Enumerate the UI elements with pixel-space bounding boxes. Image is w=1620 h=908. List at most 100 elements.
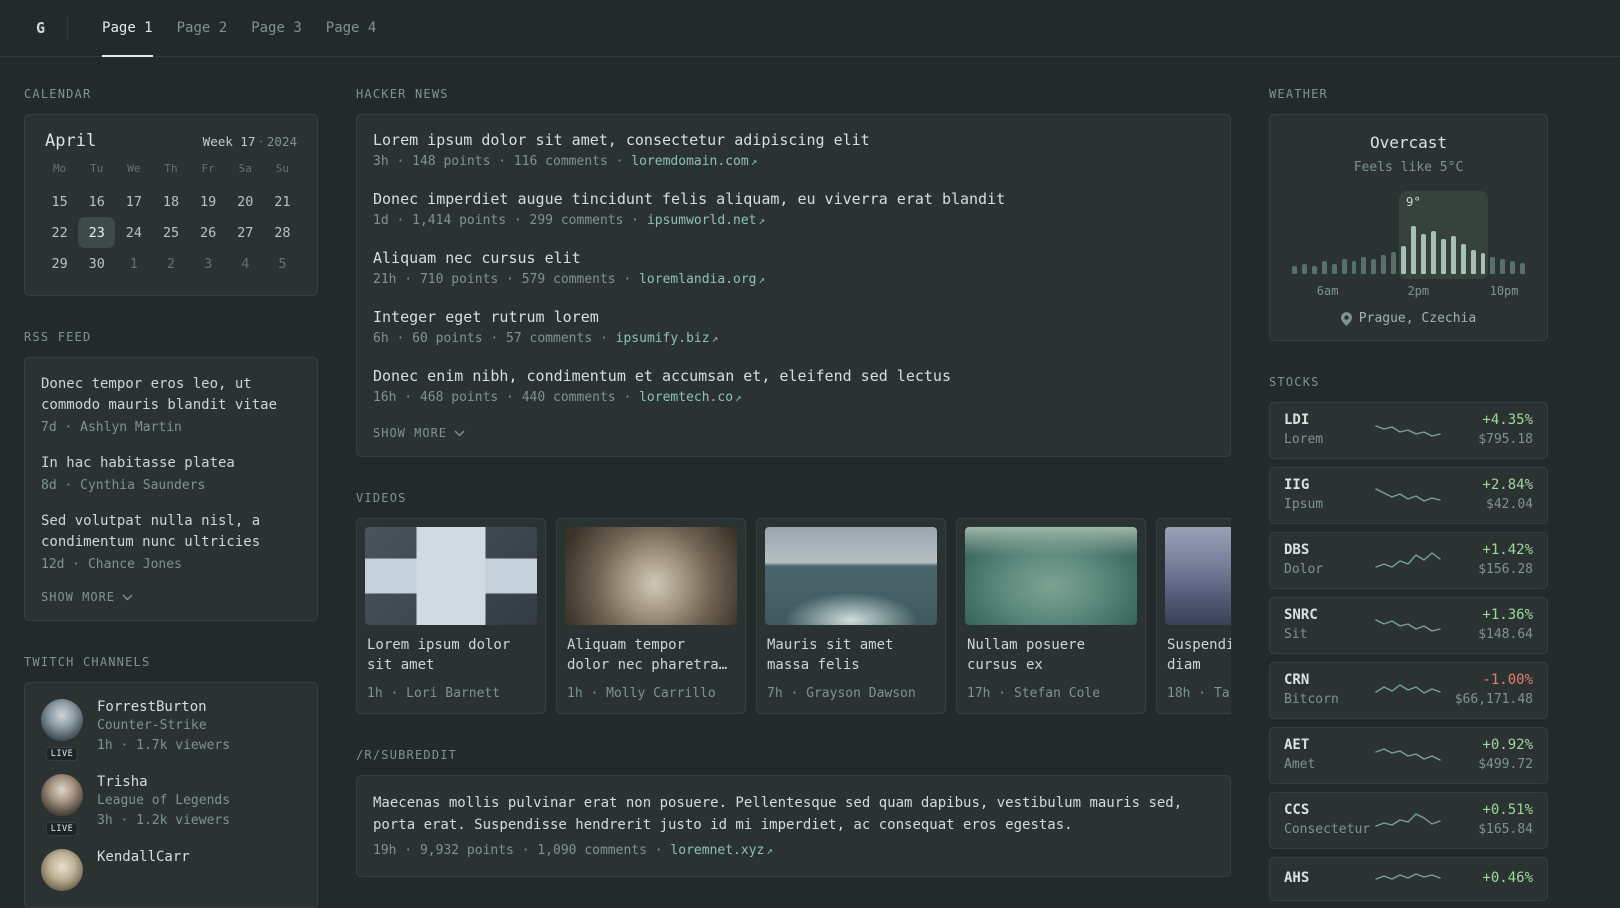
calendar-day-selected: 23 bbox=[78, 217, 116, 248]
calendar-day: 25 bbox=[162, 224, 180, 241]
hn-item-stats: 6h · 60 points · 57 comments · bbox=[373, 331, 608, 346]
stock-symbol: IIG bbox=[1284, 477, 1310, 493]
stock-row-ccs[interactable]: CCS Consectetur +0.51% $165.84 bbox=[1269, 792, 1548, 849]
app-logo[interactable]: G bbox=[36, 0, 67, 56]
rss-item: Sed volutpat nulla nisl, a condimentum n… bbox=[41, 511, 301, 574]
video-title[interactable]: Mauris sit amet massa felis bbox=[767, 635, 935, 675]
separator-dot: · bbox=[257, 134, 265, 149]
stock-symbol: CRN bbox=[1284, 672, 1310, 688]
video-thumbnail[interactable] bbox=[965, 527, 1137, 625]
calendar-day: 22 bbox=[51, 224, 68, 241]
hn-item-title[interactable]: Donec enim nibh, condimentum et accumsan… bbox=[373, 367, 1214, 385]
channel-info: KendallCarr bbox=[97, 849, 190, 891]
twitch-channel-name[interactable]: KendallCarr bbox=[97, 849, 190, 865]
stock-info: CRN Bitcorn bbox=[1284, 672, 1372, 709]
hn-item-stats: 3h · 148 points · 116 comments · bbox=[373, 154, 624, 169]
hackernews-card: Lorem ipsum dolor sit amet, consectetur … bbox=[356, 114, 1231, 457]
tab-page-4[interactable]: Page 4 bbox=[314, 0, 389, 56]
calendar-dates: 15 16 17 18 19 20 21 22 23 24 25 26 27 2… bbox=[41, 186, 301, 279]
avatar bbox=[41, 849, 83, 891]
calendar-day: 16 bbox=[88, 193, 105, 210]
subreddit-card: Maecenas mollis pulvinar erat non posuer… bbox=[356, 775, 1231, 877]
hn-item-title[interactable]: Lorem ipsum dolor sit amet, consectetur … bbox=[373, 131, 1214, 149]
video-card-1[interactable]: Lorem ipsum dolor sit amet consectetu… 1… bbox=[356, 518, 546, 714]
live-badge: LIVE bbox=[45, 822, 79, 836]
video-card-4[interactable]: Nullam posuere cursus ex 17h · Stefan Co… bbox=[956, 518, 1146, 714]
hn-item-title[interactable]: Integer eget rutrum lorem bbox=[373, 308, 1214, 326]
hn-item-domain-link[interactable]: loremlandia.org ↗ bbox=[639, 272, 765, 287]
rss-item-title[interactable]: In hac habitasse platea bbox=[41, 453, 301, 474]
stock-price: $148.64 bbox=[1478, 627, 1533, 642]
hn-item-stats: 1d · 1,414 points · 299 comments · bbox=[373, 213, 640, 228]
stock-row-crn[interactable]: CRN Bitcorn -1.00% $66,171.48 bbox=[1269, 662, 1548, 719]
stock-row-ldi[interactable]: LDI Lorem +4.35% $795.18 bbox=[1269, 402, 1548, 459]
calendar-day-next-month: 5 bbox=[278, 255, 287, 272]
rss-item-title[interactable]: Donec tempor eros leo, ut commodo mauris… bbox=[41, 374, 301, 416]
stock-row-aet[interactable]: AET Amet +0.92% $499.72 bbox=[1269, 727, 1548, 784]
hn-item-domain-link[interactable]: loremtech.co ↗ bbox=[639, 390, 742, 405]
stock-change: +0.92% bbox=[1482, 737, 1533, 753]
stock-name: Dolor bbox=[1284, 562, 1324, 577]
video-title[interactable]: Suspendisse diam bbox=[1167, 635, 1231, 675]
weather-time-label: 6am bbox=[1316, 284, 1339, 298]
stock-change: +1.36% bbox=[1482, 607, 1533, 623]
video-thumbnail[interactable] bbox=[765, 527, 937, 625]
stock-row-ahs[interactable]: AHS +0.46% bbox=[1269, 857, 1548, 901]
hn-item-domain-link[interactable]: ipsumify.biz ↗ bbox=[616, 331, 719, 346]
external-link-icon: ↗ bbox=[766, 844, 773, 857]
video-card-3[interactable]: Mauris sit amet massa felis 7h · Grayson… bbox=[756, 518, 946, 714]
stock-price: $165.84 bbox=[1478, 822, 1533, 837]
logo-separator bbox=[67, 16, 69, 40]
twitch-channel-kendallcarr[interactable]: KendallCarr bbox=[41, 849, 301, 891]
day-header: We bbox=[127, 162, 141, 175]
reddit-post-domain-link[interactable]: loremnet.xyz ↗ bbox=[670, 843, 773, 858]
tab-page-3[interactable]: Page 3 bbox=[239, 0, 314, 56]
stock-values: +1.42% $156.28 bbox=[1444, 542, 1533, 579]
video-thumbnail[interactable] bbox=[1165, 527, 1231, 625]
rss-section-title: RSS FEED bbox=[24, 330, 92, 344]
stock-row-snrc[interactable]: SNRC Sit +1.36% $148.64 bbox=[1269, 597, 1548, 654]
hn-item-title[interactable]: Donec imperdiet augue tincidunt felis al… bbox=[373, 190, 1214, 208]
tab-page-2[interactable]: Page 2 bbox=[165, 0, 240, 56]
stock-row-dbs[interactable]: DBS Dolor +1.42% $156.28 bbox=[1269, 532, 1548, 589]
rss-item-title[interactable]: Sed volutpat nulla nisl, a condimentum n… bbox=[41, 511, 301, 553]
stock-change: +0.46% bbox=[1482, 869, 1533, 886]
video-thumbnail[interactable] bbox=[565, 527, 737, 625]
video-thumbnail[interactable] bbox=[365, 527, 537, 625]
video-meta: 17h · Stefan Cole bbox=[967, 686, 1101, 701]
stock-symbol: AHS bbox=[1284, 869, 1310, 886]
twitch-channel-forrestburton[interactable]: LIVE ForrestBurton Counter-Strike 1h · 1… bbox=[41, 699, 301, 761]
twitch-channel-name[interactable]: Trisha bbox=[97, 774, 230, 790]
external-link-icon: ↗ bbox=[711, 332, 719, 345]
show-more-label: SHOW MORE bbox=[373, 426, 448, 440]
weather-time-labels: 6am 2pm 10pm bbox=[1286, 284, 1531, 300]
calendar-day: 27 bbox=[237, 224, 254, 241]
rss-show-more-button[interactable]: SHOW MORE bbox=[41, 590, 301, 604]
video-card-2[interactable]: Aliquam tempor dolor nec pharetra… 1h · … bbox=[556, 518, 746, 714]
reddit-post-title[interactable]: Maecenas mollis pulvinar erat non posuer… bbox=[373, 792, 1214, 836]
hn-item-domain-link[interactable]: ipsumworld.net ↗ bbox=[647, 213, 765, 228]
chevron-down-icon bbox=[454, 430, 465, 436]
video-title[interactable]: Nullam posuere cursus ex bbox=[967, 635, 1135, 675]
twitch-section-title: TWITCH CHANNELS bbox=[24, 655, 151, 669]
tab-page-1[interactable]: Page 1 bbox=[90, 0, 165, 57]
hn-item-domain-link[interactable]: loremdomain.com ↗ bbox=[631, 154, 757, 169]
twitch-channel-name[interactable]: ForrestBurton bbox=[97, 699, 230, 715]
twitch-channel-meta: 1h · 1.7k viewers bbox=[97, 738, 231, 753]
calendar-day: 15 bbox=[51, 193, 68, 210]
calendar-day: 29 bbox=[51, 255, 68, 272]
hackernews-show-more-button[interactable]: SHOW MORE bbox=[373, 426, 1214, 440]
video-title[interactable]: Lorem ipsum dolor sit amet consectetu… bbox=[367, 635, 535, 675]
center-column: HACKER NEWS Lorem ipsum dolor sit amet, … bbox=[356, 87, 1231, 877]
twitch-channel-trisha[interactable]: LIVE Trisha League of Legends 3h · 1.2k … bbox=[41, 774, 301, 836]
video-card-5[interactable]: Suspendisse diam 18h · Tara bbox=[1156, 518, 1231, 714]
avatar-wrap: LIVE bbox=[41, 774, 83, 836]
video-title[interactable]: Aliquam tempor dolor nec pharetra… bbox=[567, 635, 735, 675]
calendar-week-label: Week 17 bbox=[202, 134, 256, 149]
stock-price: $499.72 bbox=[1478, 757, 1533, 772]
stock-row-iig[interactable]: IIG Ipsum +2.84% $42.04 bbox=[1269, 467, 1548, 524]
stock-values: +0.51% $165.84 bbox=[1444, 802, 1533, 839]
hn-item-title[interactable]: Aliquam nec cursus elit bbox=[373, 249, 1214, 267]
calendar-day: 24 bbox=[125, 224, 142, 241]
avatar-wrap bbox=[41, 849, 83, 891]
